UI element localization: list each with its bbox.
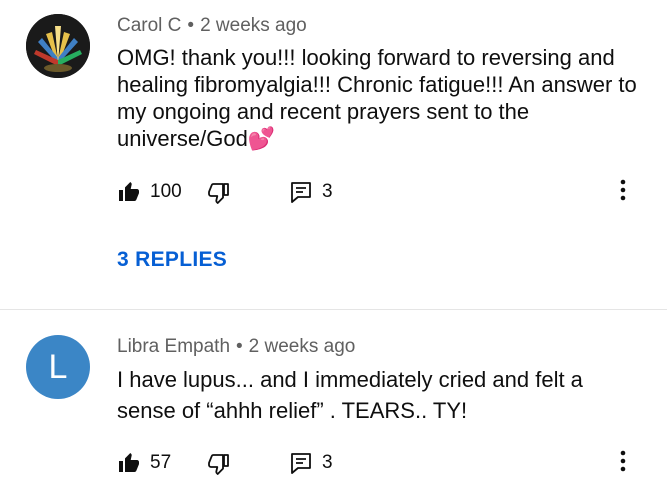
comment-actions: 57 3 [117,449,647,477]
reply-button[interactable]: 3 [289,449,333,477]
comment-text: I have lupus... and I immediately cried … [117,367,583,423]
comment-icon [291,182,311,203]
avatar[interactable] [26,14,90,78]
avatar-image [26,14,90,78]
more-options-button[interactable] [619,449,627,478]
thumbs-down-icon [208,454,229,475]
comment: Carol C • 2 weeks ago OMG! thank you!!! lo… [0,0,667,309]
avatar-letter: L [48,347,68,386]
comment-meta: Libra Empath • 2 weeks ago [117,336,355,358]
comment-time[interactable]: 2 weeks ago [249,336,356,357]
more-vert-icon [620,179,626,201]
thumbs-up-icon [119,453,139,472]
meta-separator: • [187,15,195,36]
avatar[interactable]: L [26,335,90,399]
comment-actions: 100 3 [117,178,647,206]
meta-separator: • [236,336,243,357]
more-options-button[interactable] [619,178,627,207]
thumbs-up-icon [119,182,139,201]
like-button[interactable]: 57 [117,449,171,477]
comment-icon [291,453,311,474]
like-count: 100 [150,181,182,202]
comment-text: OMG! thank you!!! looking forward to rev… [117,45,637,151]
reply-count: 3 [322,452,333,473]
view-replies-button[interactable]: 3 REPLIES [117,248,227,272]
comment-time[interactable]: 2 weeks ago [200,15,307,36]
thumbs-down-icon [208,183,229,204]
author-name[interactable]: Carol C [117,15,181,36]
comment-meta: Carol C • 2 weeks ago [117,15,307,37]
reply-button[interactable]: 3 [289,178,333,206]
comment: L Libra Empath • 2 weeks ago I have lupus.… [0,310,667,499]
like-count: 57 [150,452,172,473]
more-vert-icon [620,450,626,472]
reply-count: 3 [322,181,333,202]
like-button[interactable]: 100 [117,178,182,206]
dislike-button[interactable] [207,449,231,477]
author-name[interactable]: Libra Empath [117,336,230,357]
dislike-button[interactable] [207,178,231,206]
